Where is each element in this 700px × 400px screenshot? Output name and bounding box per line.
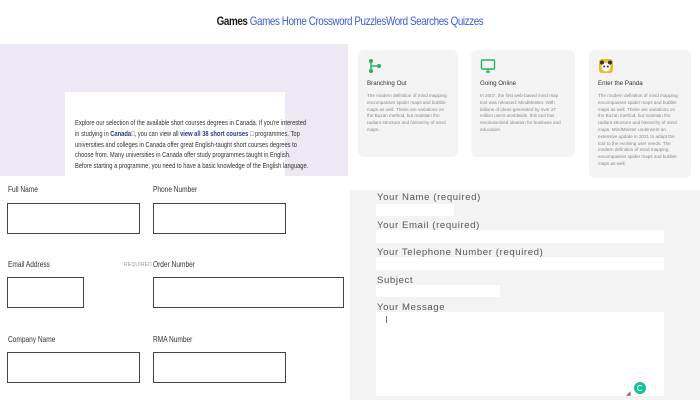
feature-card: Enter the Panda The modern definition of… — [589, 50, 691, 178]
card-title: Enter the Panda — [598, 80, 643, 87]
company-name-label: Company Name — [8, 335, 56, 344]
view-all-courses-link[interactable]: view all 38 short courses — [180, 129, 248, 138]
intro-panel: Explore our selection of the available s… — [0, 44, 348, 180]
branch-icon — [369, 59, 381, 73]
email-address-label: Email Address — [8, 260, 50, 269]
phone-number-input[interactable] — [153, 203, 286, 234]
your-telephone-input[interactable] — [376, 257, 664, 270]
card-title: Branching Out — [367, 80, 407, 87]
your-name-input[interactable] — [376, 204, 454, 216]
your-name-label: Your Name (required) — [377, 192, 481, 203]
feature-card: Branching Out The modern definition of m… — [358, 50, 458, 157]
full-name-label: Full Name — [8, 185, 38, 194]
email-address-input[interactable] — [7, 277, 84, 308]
nav-link-home[interactable]: Home — [282, 14, 307, 28]
order-number-input[interactable] — [153, 277, 344, 308]
card-description: The modern definition of mind mapping en… — [598, 93, 678, 166]
intro-text-2: , you can view all — [134, 128, 179, 138]
full-name-input[interactable] — [7, 203, 140, 234]
contact-form: Your Name (required) Your Email (require… — [350, 190, 700, 400]
nav-link-games[interactable]: Games — [250, 14, 280, 28]
card-description: In 2007, the first web-based mind map to… — [480, 93, 561, 132]
nav-link-crossword-puzzles[interactable]: Crossword Puzzles — [309, 14, 387, 28]
intro-box: Explore our selection of the available s… — [65, 92, 308, 180]
nav-brand[interactable]: Games — [217, 14, 248, 28]
required-indicator: REQUIRED — [124, 262, 152, 268]
your-message-textarea[interactable] — [376, 312, 664, 396]
intro-paragraph: Explore our selection of the available s… — [75, 118, 309, 172]
canada-link[interactable]: Canada — [110, 129, 131, 138]
monitor-icon — [480, 59, 496, 73]
nav-link-quizzes[interactable]: Quizzes — [451, 14, 484, 28]
nav-link-word-searches[interactable]: Word Searches — [386, 14, 449, 28]
top-nav: Games Games Home Crossword PuzzlesWord S… — [63, 14, 637, 28]
your-email-input[interactable] — [376, 230, 664, 243]
card-title: Going Online — [480, 80, 517, 87]
phone-number-label: Phone Number — [153, 185, 198, 194]
order-number-label: Order Number — [153, 260, 195, 269]
external-link-icon: □ — [249, 128, 254, 138]
grammarly-icon[interactable] — [634, 382, 646, 394]
text-cursor — [386, 316, 387, 323]
subject-input[interactable] — [376, 285, 500, 297]
rma-number-label: RMA Number — [153, 335, 193, 344]
panda-icon — [599, 59, 613, 73]
feature-card: Going Online In 2007, the first web-base… — [471, 50, 575, 157]
company-name-input[interactable] — [7, 352, 140, 383]
rma-number-input[interactable] — [153, 352, 286, 383]
resize-handle-icon[interactable]: ◢ — [626, 390, 631, 397]
card-description: The modern definition of mind mapping en… — [367, 93, 447, 132]
